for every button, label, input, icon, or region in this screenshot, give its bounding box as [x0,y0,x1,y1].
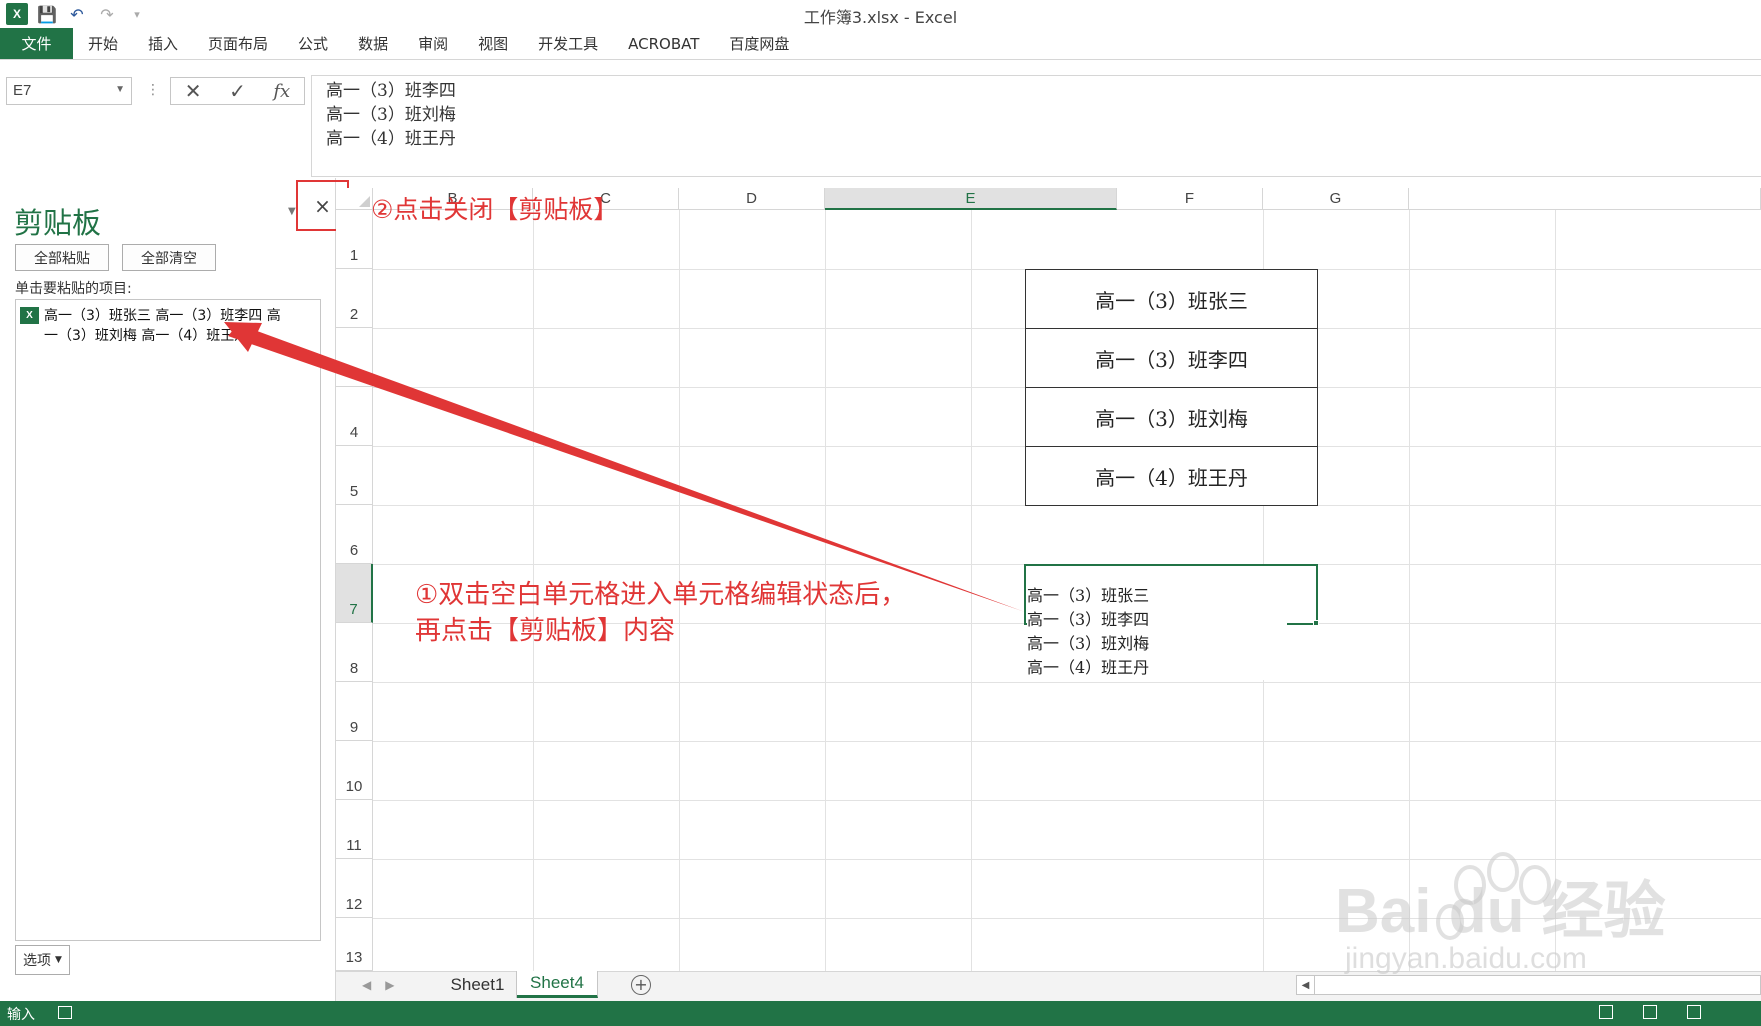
formula-line: 高一（3）班刘梅 [326,105,456,125]
row-header[interactable]: 11 [336,800,373,859]
close-icon: × [314,193,331,218]
column-header-f[interactable]: F [1117,188,1263,210]
fill-handle[interactable] [1313,620,1319,626]
tab-view[interactable]: 视图 [463,28,523,59]
row-header[interactable]: 6 [336,505,373,564]
formula-input[interactable]: 高一（3）班李四 高一（3）班刘梅 高一（4）班王丹 [311,75,1761,177]
enter-check-icon[interactable]: ✓ [229,79,246,103]
clipboard-item-list: X 高一（3）班张三 高一（3）班李四 高一（3）班刘梅 高一（4）班王丹 [15,299,321,941]
row-header[interactable]: 8 [336,623,373,682]
tab-insert[interactable]: 插入 [133,28,193,59]
annotation-close-label: ②点击关闭【剪贴板】 [371,195,619,224]
clipboard-hint: 单击要粘贴的项目: [15,281,132,297]
options-label: 选项 [23,953,52,969]
cell-e5[interactable]: 高一（4）班王丹 [1025,446,1318,506]
sheet-tab-sheet1[interactable]: Sheet1 [439,971,517,998]
tab-developer[interactable]: 开发工具 [523,28,613,59]
tab-data[interactable]: 数据 [343,28,403,59]
scroll-left-icon[interactable]: ◀ [1297,976,1315,994]
tab-page-layout[interactable]: 页面布局 [193,28,283,59]
annotation-line: 再点击【剪贴板】内容 [415,616,676,646]
macro-record-icon[interactable] [58,1006,72,1019]
row-header[interactable]: 9 [336,682,373,741]
status-bar: 输入 [0,1001,1761,1026]
view-buttons [1599,1005,1701,1019]
options-button[interactable]: 选项 ▼ [15,945,70,975]
add-sheet-button[interactable]: + [631,975,651,995]
formula-buttons: ✕ ✓ fx [170,77,305,105]
status-mode: 输入 [7,1007,35,1023]
horizontal-scrollbar[interactable]: ◀ [1296,975,1761,995]
clipboard-item[interactable]: X 高一（3）班张三 高一（3）班李四 高一（3）班刘梅 高一（4）班王丹 [20,306,315,346]
cell-edit-line: 高一（4）班王丹 [1027,658,1150,677]
cell-e4[interactable]: 高一（3）班刘梅 [1025,387,1318,447]
cell-edit-line: 高一（3）班张三 [1027,586,1150,605]
select-all-corner[interactable] [336,188,373,210]
cell-edit-line: 高一（3）班李四 [1027,610,1150,629]
watermark-brand: Bai du 经验 [1335,877,1666,946]
clipboard-pane: 剪贴板 ▼ × 全部粘贴 全部清空 单击要粘贴的项目: X 高一（3）班张三 高… [0,178,349,1001]
row-header-selected[interactable]: 7 [336,564,373,623]
formula-line: 高一（3）班李四 [326,81,456,101]
cell-e3[interactable]: 高一（3）班李四 [1025,328,1318,388]
cell-e2[interactable]: 高一（3）班张三 [1025,269,1318,329]
tab-baidu-netdisk[interactable]: 百度网盘 [714,28,804,59]
column-header-g[interactable]: G [1263,188,1409,210]
row-header[interactable]: 2 [336,269,373,328]
annotation-line: ①双击空白单元格进入单元格编辑状态后， [415,580,907,610]
tab-home[interactable]: 开始 [73,28,133,59]
row-header[interactable]: 1 [336,210,373,269]
page-layout-view-icon[interactable] [1643,1005,1657,1019]
name-box-value: E7 [13,82,32,99]
sheet-tab-sheet4[interactable]: Sheet4 [517,971,598,998]
watermark-url: jingyan.baidu.com [1345,942,1587,975]
cell-edit-line: 高一（3）班刘梅 [1027,634,1150,653]
cancel-icon[interactable]: ✕ [185,79,202,103]
clipboard-title: 剪贴板 [14,206,102,240]
row-header[interactable]: 10 [336,741,373,800]
annotation-instruction: ①双击空白单元格进入单元格编辑状态后， 再点击【剪贴板】内容 [415,577,906,649]
clear-all-button[interactable]: 全部清空 [122,244,216,271]
row-header[interactable]: 3 [336,328,373,387]
tab-review[interactable]: 审阅 [403,28,463,59]
excel-item-icon: X [20,307,39,324]
normal-view-icon[interactable] [1599,1005,1613,1019]
name-box[interactable]: E7 ▼ [6,77,132,105]
clipboard-item-text: 高一（3）班张三 高一（3）班李四 高一（3）班刘梅 高一（4）班王丹 [44,308,281,344]
tab-file[interactable]: 文件 [0,28,73,59]
insert-function-button[interactable]: fx [273,81,290,102]
ribbon-tabs: 文件 开始 插入 页面布局 公式 数据 审阅 视图 开发工具 ACROBAT 百… [0,28,1761,60]
paste-all-button[interactable]: 全部粘贴 [15,244,109,271]
sheet-nav-arrows-icon[interactable]: ◀▶ [362,978,408,992]
pane-options-icon[interactable]: ▼ [288,206,296,217]
row-header[interactable]: 4 [336,387,373,446]
column-header-d[interactable]: D [679,188,825,210]
column-header-e[interactable]: E [825,188,1117,210]
chevron-down-icon[interactable]: ▼ [115,84,125,95]
row-header[interactable]: 13 [336,918,373,971]
formula-bar-grip-icon[interactable]: ⋮ [146,82,160,98]
row-header[interactable]: 5 [336,446,373,505]
formula-line: 高一（4）班王丹 [326,129,456,149]
cell-edit-content[interactable]: 高一（3）班张三 高一（3）班李四 高一（3）班刘梅 高一（4）班王丹 [1027,584,1287,680]
title-bar: X 💾 ↶ ↷ ▾ 工作簿3.xlsx - Excel [0,0,1761,28]
row-header[interactable]: 12 [336,859,373,918]
chevron-down-icon: ▼ [55,955,62,965]
tab-formulas[interactable]: 公式 [283,28,343,59]
tab-acrobat[interactable]: ACROBAT [613,28,714,59]
window-title: 工作簿3.xlsx - Excel [803,8,958,27]
page-break-view-icon[interactable] [1687,1005,1701,1019]
